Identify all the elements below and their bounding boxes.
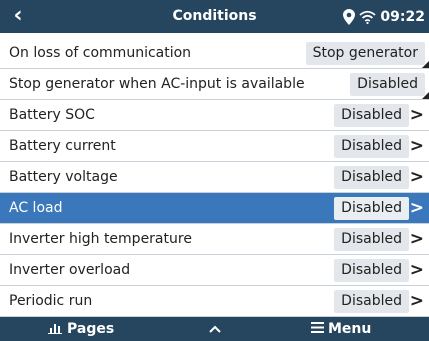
list-item-label: Stop generator when AC-input is availabl… [9, 76, 305, 92]
list-item-label: Battery current [9, 138, 116, 154]
list-item-value: Disabled [334, 259, 409, 282]
list-item[interactable]: Battery SOC Disabled > [0, 100, 429, 131]
clock: 09:22 [380, 8, 425, 25]
list-item[interactable]: Inverter high temperature Disabled > [0, 224, 429, 255]
list-item-label: Inverter overload [9, 262, 131, 278]
list-item[interactable]: Periodic run Disabled > [0, 286, 429, 317]
list-item[interactable]: Inverter overload Disabled > [0, 255, 429, 286]
list-item-value: Disabled [334, 228, 409, 251]
wifi-icon [359, 10, 377, 24]
list-item-value: Stop generator [305, 42, 425, 65]
list-item[interactable]: Battery voltage Disabled > [0, 162, 429, 193]
list-item-value: Disabled [350, 73, 425, 96]
screen: ‹ Conditions 09:22 On loss of communicat… [0, 0, 429, 341]
pages-button[interactable]: Pages [48, 317, 158, 341]
chevron-right-icon: > [409, 198, 424, 218]
list-item-value: Disabled [334, 166, 409, 189]
list-item-label: On loss of communication [9, 45, 192, 61]
list-item[interactable]: On loss of communication Stop generator [0, 38, 429, 69]
scroll-up-button[interactable] [200, 317, 230, 341]
list-item-label: Inverter high temperature [9, 231, 192, 247]
list-item[interactable]: Battery current Disabled > [0, 131, 429, 162]
list-item-value: Disabled [334, 290, 409, 313]
list-item-value: Disabled [334, 135, 409, 158]
hamburger-menu-icon [311, 321, 324, 337]
pages-label: Pages [67, 321, 115, 337]
list-item[interactable]: Stop generator when AC-input is availabl… [0, 69, 429, 100]
menu-button[interactable]: Menu [311, 317, 401, 341]
corner-indicator-icon [422, 92, 429, 99]
list-item-label: Periodic run [9, 293, 93, 309]
chevron-right-icon: > [409, 167, 424, 187]
list-item-label: AC load [9, 200, 63, 216]
corner-indicator-icon [422, 61, 429, 68]
menu-label: Menu [328, 321, 372, 337]
chevron-right-icon: > [409, 291, 424, 311]
chevron-up-icon [209, 321, 221, 337]
list-item-label: Battery SOC [9, 107, 95, 123]
chevron-right-icon: > [409, 105, 424, 125]
list-item-value: Disabled [334, 104, 409, 127]
bar-chart-icon [48, 321, 62, 338]
list-item-value: Disabled [334, 197, 409, 220]
conditions-list: On loss of communication Stop generator St… [0, 38, 429, 317]
chevron-right-icon: > [409, 229, 424, 249]
bottom-bar: Pages Menu [0, 317, 429, 341]
title-bar: ‹ Conditions 09:22 [0, 0, 429, 33]
chevron-right-icon: > [409, 136, 424, 156]
status-area: 09:22 [343, 0, 425, 33]
list-item-label: Battery voltage [9, 169, 118, 185]
location-pin-icon [343, 8, 356, 25]
chevron-right-icon: > [409, 260, 424, 280]
list-item[interactable]: AC load Disabled > [0, 193, 429, 224]
